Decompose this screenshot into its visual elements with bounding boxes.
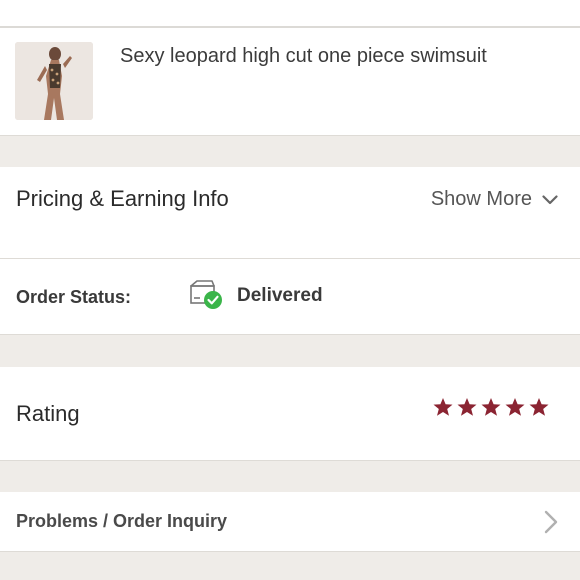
chevron-right-icon [544, 510, 558, 534]
problems-label: Problems / Order Inquiry [16, 511, 228, 531]
rating-row[interactable]: Rating [0, 367, 580, 461]
box-delivered-icon [190, 280, 222, 309]
page-header [0, 0, 580, 28]
pricing-section[interactable]: Pricing & Earning Info Show More [0, 167, 580, 259]
star-icon [529, 398, 549, 416]
star-icon [457, 398, 477, 416]
rating-label: Rating [16, 401, 80, 426]
product-thumbnail[interactable] [15, 42, 93, 120]
show-more-button[interactable]: Show More [431, 188, 558, 211]
star-icon [505, 398, 525, 416]
problems-order-inquiry-row[interactable]: Problems / Order Inquiry [0, 492, 580, 552]
pricing-title: Pricing & Earning Info [16, 186, 229, 211]
star-icon [433, 398, 453, 416]
swimsuit-photo-icon [15, 42, 93, 120]
order-detail-screen: Sexy leopard high cut one piece swimsuit… [0, 0, 580, 580]
product-row[interactable]: Sexy leopard high cut one piece swimsuit [0, 28, 580, 136]
redacted-area [110, 103, 435, 135]
show-more-label: Show More [430, 188, 532, 210]
star-icon [481, 398, 501, 416]
chevron-down-icon [542, 194, 558, 204]
order-status-row: Order Status: Delivered [0, 259, 580, 335]
order-status-value: Delivered [237, 285, 323, 306]
rating-stars[interactable] [433, 397, 549, 417]
redacted-area [4, 219, 284, 245]
product-name[interactable]: Sexy leopard high cut one piece swimsuit [120, 45, 487, 68]
order-status-label: Order Status: [16, 287, 132, 307]
